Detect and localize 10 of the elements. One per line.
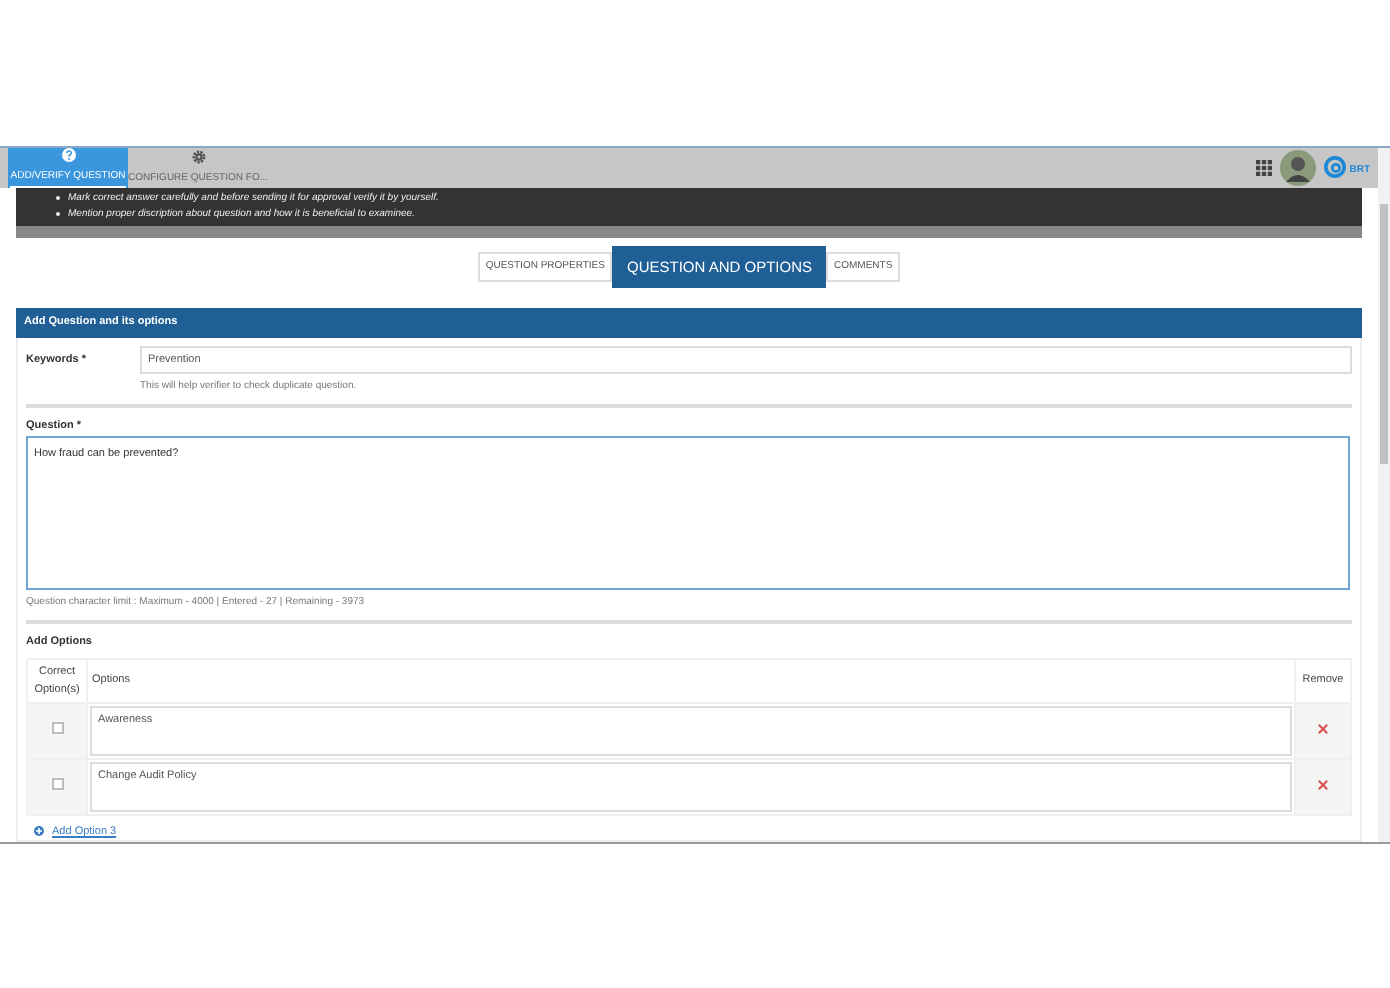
remove-icon[interactable]	[1318, 780, 1328, 791]
scrollbar[interactable]	[1378, 148, 1390, 842]
add-icon[interactable]	[34, 826, 44, 837]
avatar-icon[interactable]	[1279, 149, 1316, 186]
option-checkbox[interactable]	[51, 777, 63, 790]
remove-icon[interactable]	[1318, 724, 1328, 735]
apps-grid-icon[interactable]	[1255, 159, 1272, 176]
logo-swirl-icon	[1323, 156, 1346, 179]
help-icon	[61, 148, 75, 162]
option-checkbox[interactable]	[51, 721, 63, 734]
